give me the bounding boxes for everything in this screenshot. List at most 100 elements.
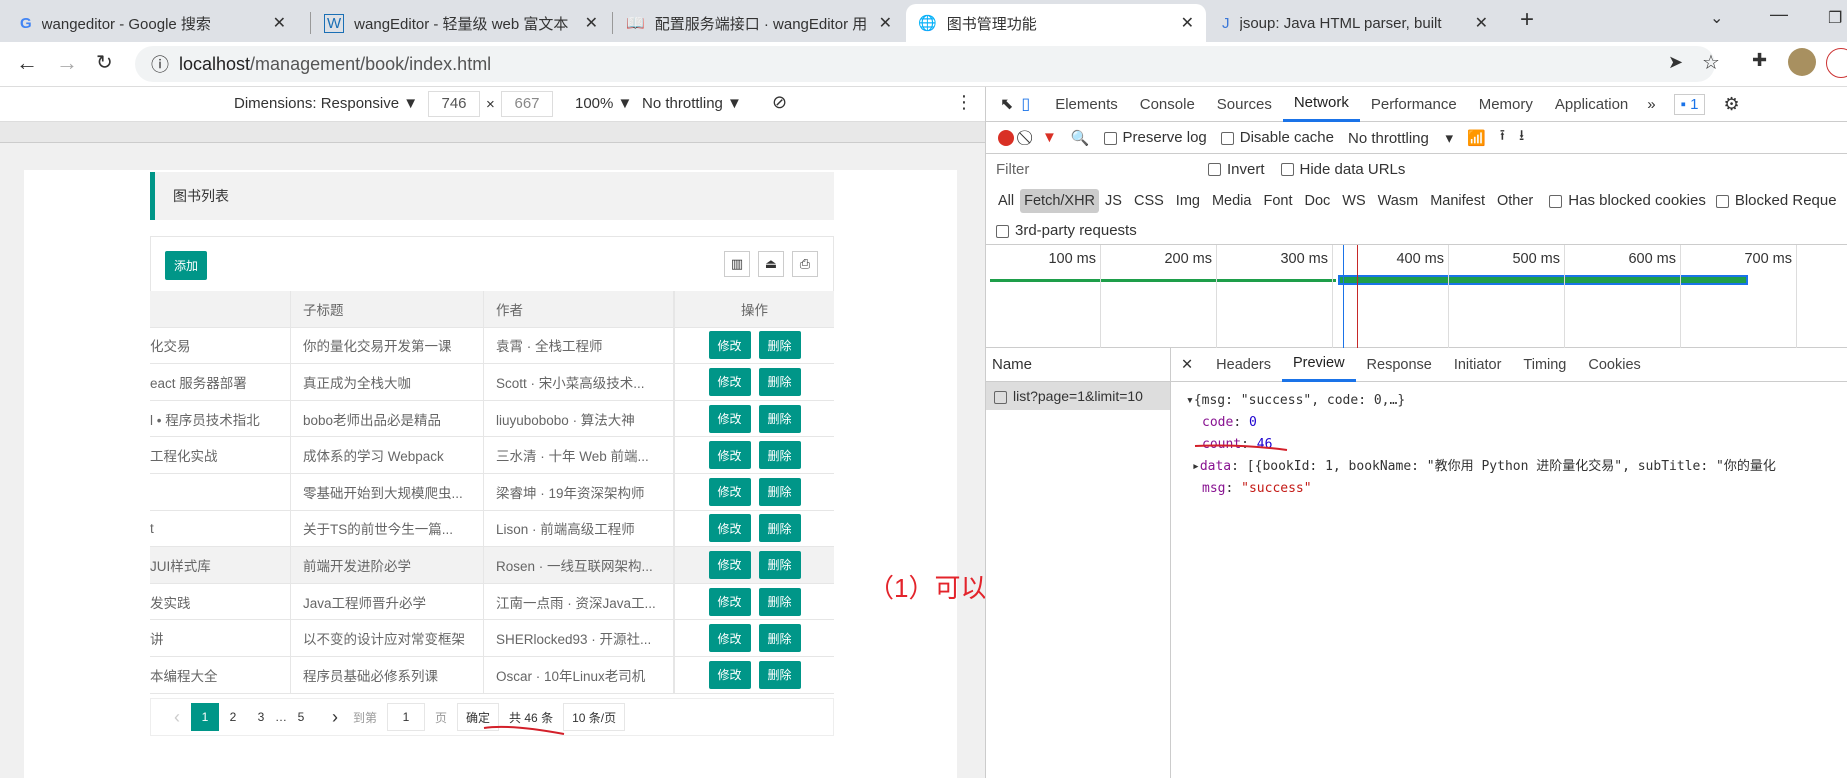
type-filter-css[interactable]: CSS <box>1128 193 1170 209</box>
delete-button[interactable]: 删除 <box>758 514 801 543</box>
type-filter-doc[interactable]: Doc <box>1298 193 1336 209</box>
page-5[interactable]: 5 <box>287 703 315 731</box>
next-page-button[interactable]: › <box>321 703 349 731</box>
close-icon[interactable]: ✕ <box>1475 13 1488 33</box>
close-icon[interactable]: ✕ <box>585 13 598 33</box>
type-filter-media[interactable]: Media <box>1206 193 1258 209</box>
width-input[interactable]: 746 <box>428 91 480 117</box>
add-button[interactable]: 添加 <box>165 251 207 280</box>
invert-checkbox[interactable]: Invert <box>1208 161 1265 178</box>
filter-input[interactable]: Filter <box>992 157 1192 181</box>
back-icon[interactable]: ← <box>16 50 38 76</box>
delete-button[interactable]: 删除 <box>758 477 801 506</box>
new-tab-button[interactable]: + <box>1520 6 1534 34</box>
close-icon[interactable]: ✕ <box>273 13 286 33</box>
detail-tab-cookies[interactable]: Cookies <box>1577 348 1651 382</box>
page-1[interactable]: 1 <box>191 703 219 731</box>
network-timeline[interactable]: 100 ms 200 ms 300 ms 400 ms 500 ms 600 ms 700 … <box>986 245 1847 348</box>
detail-tab-timing[interactable]: Timing <box>1512 348 1577 382</box>
avatar[interactable] <box>1788 48 1816 76</box>
detail-tab-headers[interactable]: Headers <box>1205 348 1282 382</box>
page-3[interactable]: 3 <box>247 703 275 731</box>
reload-icon[interactable]: ↻ <box>96 50 113 75</box>
delete-button[interactable]: 删除 <box>758 587 801 616</box>
delete-button[interactable]: 删除 <box>758 624 801 653</box>
delete-button[interactable]: 删除 <box>758 660 801 689</box>
detail-tab-initiator[interactable]: Initiator <box>1443 348 1513 382</box>
issues-badge[interactable]: ▪ 1 <box>1673 93 1706 115</box>
browser-tab-active[interactable]: 🌐 图书管理功能 ✕ <box>906 4 1206 42</box>
inspect-icon[interactable]: ⬉ <box>1000 94 1013 114</box>
close-icon[interactable]: ✕ <box>1181 13 1194 33</box>
delete-button[interactable]: 删除 <box>758 331 801 360</box>
devtools-tab-application[interactable]: Application <box>1544 87 1639 122</box>
search-icon[interactable]: 🔍 <box>1071 129 1090 147</box>
settings-gear-icon[interactable]: ⚙ <box>1723 94 1739 115</box>
type-filter-js[interactable]: JS <box>1099 193 1128 209</box>
zoom-select[interactable]: 100% ▼ <box>575 95 632 112</box>
edit-button[interactable]: 修改 <box>708 624 751 653</box>
edit-button[interactable]: 修改 <box>708 514 751 543</box>
goto-page-input[interactable]: 1 <box>387 703 426 731</box>
edit-button[interactable]: 修改 <box>708 660 751 689</box>
delete-button[interactable]: 删除 <box>758 441 801 470</box>
devtools-tab-console[interactable]: Console <box>1129 87 1206 122</box>
expand-icon[interactable]: ▸ <box>1192 459 1200 474</box>
type-filter-img[interactable]: Img <box>1170 193 1206 209</box>
delete-button[interactable]: 删除 <box>758 404 801 433</box>
resize-handle[interactable] <box>958 143 985 778</box>
delete-button[interactable]: 删除 <box>758 550 801 579</box>
star-icon[interactable]: ☆ <box>1702 50 1720 75</box>
device-toggle-icon[interactable]: ▯ <box>1021 94 1030 114</box>
print-icon[interactable]: ⎙ <box>792 251 818 277</box>
network-conditions-icon[interactable]: 📶 <box>1467 129 1486 147</box>
edit-button[interactable]: 修改 <box>708 367 751 396</box>
devtools-tab-memory[interactable]: Memory <box>1468 87 1544 122</box>
detail-tab-preview[interactable]: Preview <box>1281 348 1356 382</box>
disable-cache-checkbox[interactable]: Disable cache <box>1220 129 1334 146</box>
type-filter-font[interactable]: Font <box>1257 193 1298 209</box>
type-filter-manifest[interactable]: Manifest <box>1424 193 1491 209</box>
has-blocked-cookies-checkbox[interactable]: Has blocked cookies <box>1549 192 1706 209</box>
detail-tab-response[interactable]: Response <box>1356 348 1443 382</box>
export-icon[interactable]: ⏏ <box>758 251 784 277</box>
send-icon[interactable]: ➤ <box>1668 52 1683 73</box>
columns-icon[interactable]: ▥ <box>724 251 750 277</box>
browser-tab[interactable]: WwangEditor - 轻量级 web 富文本 ✕ <box>312 4 610 42</box>
devtools-tab-sources[interactable]: Sources <box>1206 87 1283 122</box>
request-row[interactable]: list?page=1&limit=10 <box>986 382 1170 410</box>
per-page-select[interactable]: 10 条/页 <box>563 703 626 731</box>
minimize-icon[interactable]: — <box>1770 4 1788 25</box>
close-icon[interactable]: ✕ <box>1181 357 1193 373</box>
export-har-icon[interactable]: ⭳ <box>1519 125 1524 150</box>
browser-tab[interactable]: 📖 配置服务端接口 · wangEditor 用 ✕ <box>614 4 904 42</box>
record-icon[interactable] <box>998 129 1014 146</box>
url-input[interactable]: ⓘ localhost/management/book/index.html <box>135 46 1715 82</box>
forward-icon[interactable]: → <box>56 50 78 76</box>
type-filter-ws[interactable]: WS <box>1336 193 1371 209</box>
rotate-icon[interactable]: ⊘ <box>772 92 787 113</box>
browser-tab[interactable]: Jjsoup: Java HTML parser, built ✕ <box>1210 4 1500 42</box>
page-2[interactable]: 2 <box>219 703 247 731</box>
extensions-icon[interactable]: ✚ <box>1752 50 1767 71</box>
type-filter-other[interactable]: Other <box>1491 193 1539 209</box>
devtools-tab-performance[interactable]: Performance <box>1360 87 1468 122</box>
type-filter-wasm[interactable]: Wasm <box>1372 193 1425 209</box>
devtools-tab-elements[interactable]: Elements <box>1044 87 1129 122</box>
prev-page-button[interactable]: ‹ <box>163 703 191 731</box>
edit-button[interactable]: 修改 <box>708 441 751 470</box>
close-icon[interactable]: ✕ <box>879 13 892 33</box>
blocked-requests-checkbox[interactable]: Blocked Reque <box>1715 192 1837 209</box>
dimensions-select[interactable]: Dimensions: Responsive ▼ <box>234 95 418 112</box>
preserve-log-checkbox[interactable]: Preserve log <box>1103 129 1207 146</box>
devtools-tab-network[interactable]: Network <box>1282 87 1360 122</box>
more-options-icon[interactable]: ⋮ <box>955 92 973 113</box>
import-icon[interactable]: ⭱ <box>1500 125 1505 150</box>
height-input[interactable]: 667 <box>501 91 553 117</box>
browser-tab[interactable]: Gwangeditor - Google 搜索 ✕ <box>8 4 298 42</box>
more-tabs-button[interactable]: » <box>1647 96 1655 113</box>
throttling-select[interactable]: No throttling ▼ <box>642 95 742 112</box>
type-filter-all[interactable]: All <box>992 193 1020 209</box>
edit-button[interactable]: 修改 <box>708 477 751 506</box>
edit-button[interactable]: 修改 <box>708 587 751 616</box>
